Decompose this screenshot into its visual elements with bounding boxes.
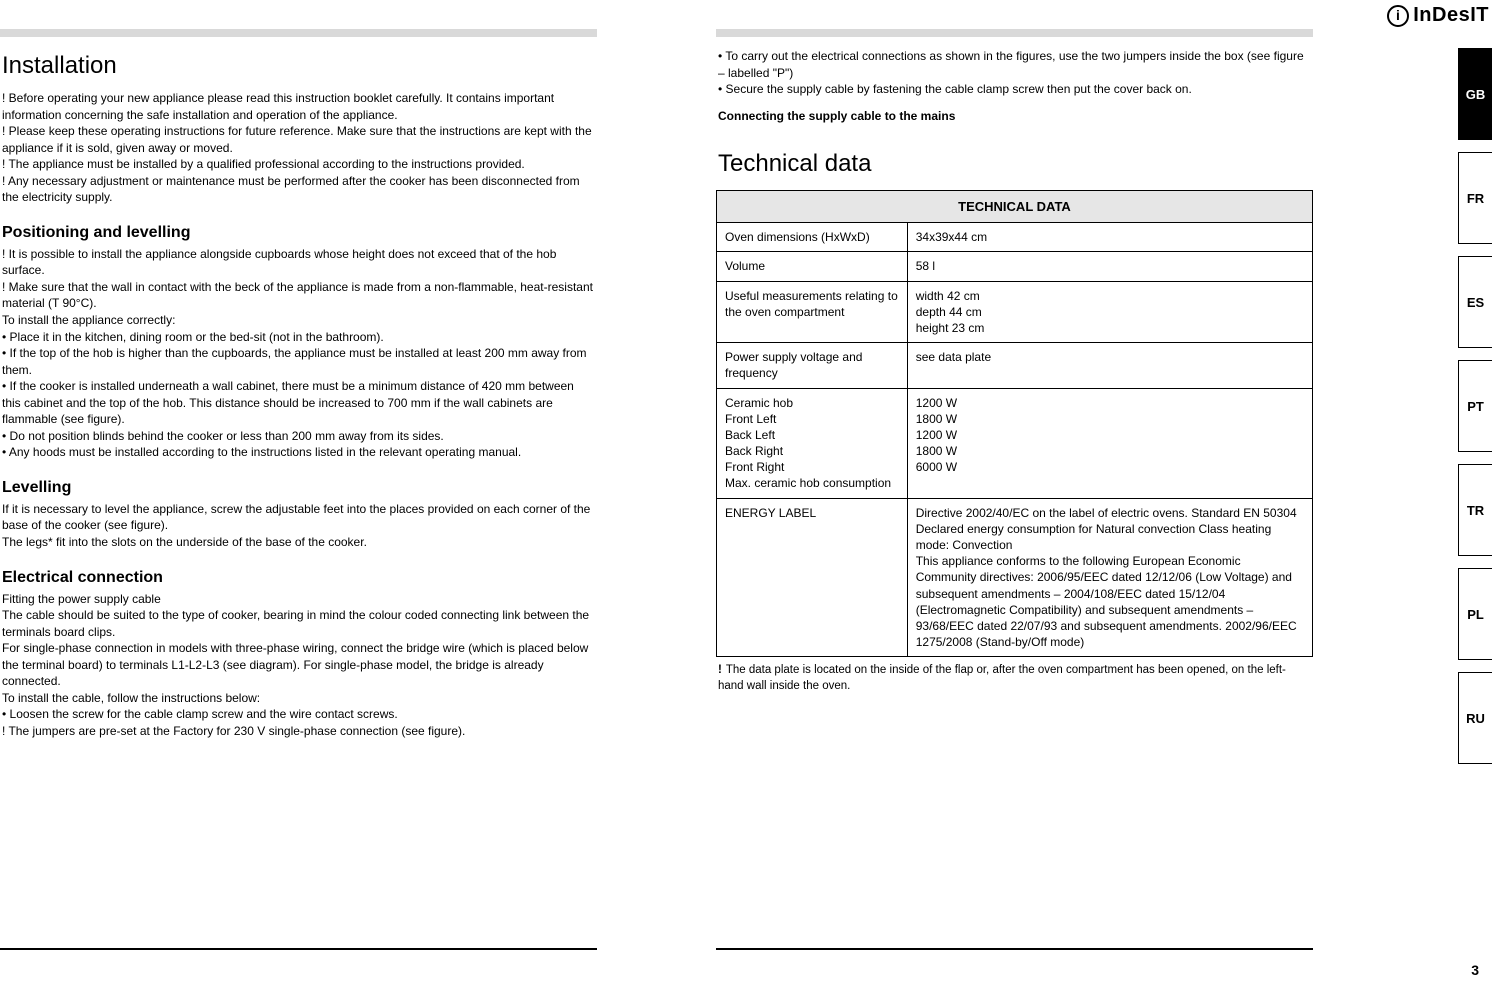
- section-title-technical-data: Technical data: [718, 150, 1313, 178]
- tab-es[interactable]: ES: [1458, 256, 1492, 348]
- table-row: Ceramic hob Front Left Back Left Back Ri…: [717, 388, 1313, 498]
- row-label: Volume: [717, 252, 908, 281]
- warning-icon: !: [718, 664, 722, 676]
- row-label: Ceramic hob Front Left Back Left Back Ri…: [717, 388, 908, 498]
- top-divider-left: [0, 29, 597, 37]
- tab-ru[interactable]: RU: [1458, 672, 1492, 764]
- table-row: Volume 58 l: [717, 252, 1313, 281]
- subsection-levelling: Levelling: [2, 479, 597, 497]
- tab-fr[interactable]: FR: [1458, 152, 1492, 244]
- brand-icon: i: [1387, 5, 1409, 27]
- section-title-installation: Installation: [2, 52, 597, 80]
- brand-name: InDesIT: [1413, 4, 1489, 27]
- tab-tr[interactable]: TR: [1458, 464, 1492, 556]
- left-column: Installation ! Before operating your new…: [0, 48, 597, 740]
- table-row: Power supply voltage and frequency see d…: [717, 343, 1313, 388]
- positioning-body: ! It is possible to install the applianc…: [2, 246, 595, 461]
- row-value: Directive 2002/40/EC on the label of ele…: [907, 498, 1312, 657]
- row-value: see data plate: [907, 343, 1312, 388]
- installation-intro: ! Before operating your new appliance pl…: [2, 90, 595, 206]
- brand-logo: i InDesIT: [1387, 4, 1489, 27]
- row-label: Useful measurements relating to the oven…: [717, 281, 908, 343]
- bottom-rule-left: [0, 948, 597, 950]
- subsection-electrical: Electrical connection: [2, 569, 597, 587]
- table-header: TECHNICAL DATA: [717, 191, 1313, 223]
- row-label: Power supply voltage and frequency: [717, 343, 908, 388]
- page-number: 3: [1471, 962, 1479, 978]
- electrical-body: Fitting the power supply cable The cable…: [2, 591, 595, 740]
- table-row: ENERGY LABEL Directive 2002/40/EC on the…: [717, 498, 1313, 657]
- connecting-title: Connecting the supply cable to the mains: [718, 108, 1311, 125]
- carry-out-body: • To carry out the electrical connection…: [718, 48, 1311, 98]
- technical-data-table: TECHNICAL DATA Oven dimensions (HxWxD) 3…: [716, 190, 1313, 657]
- data-plate-note: !The data plate is located on the inside…: [718, 663, 1311, 694]
- top-divider-right: [716, 29, 1313, 37]
- subsection-positioning: Positioning and levelling: [2, 224, 597, 242]
- row-label: ENERGY LABEL: [717, 498, 908, 657]
- table-row: Useful measurements relating to the oven…: [717, 281, 1313, 343]
- tab-pt[interactable]: PT: [1458, 360, 1492, 452]
- table-row: Oven dimensions (HxWxD) 34x39x44 cm: [717, 223, 1313, 252]
- row-value: 1200 W 1800 W 1200 W 1800 W 6000 W: [907, 388, 1312, 498]
- row-label: Oven dimensions (HxWxD): [717, 223, 908, 252]
- tab-pl[interactable]: PL: [1458, 568, 1492, 660]
- right-column: • To carry out the electrical connection…: [716, 48, 1313, 704]
- row-value: 58 l: [907, 252, 1312, 281]
- language-tabs: GB FR ES PT TR PL RU: [1458, 48, 1492, 776]
- bottom-rule-right: [716, 948, 1313, 950]
- levelling-body: If it is necessary to level the applianc…: [2, 501, 595, 551]
- data-plate-note-text: The data plate is located on the inside …: [718, 664, 1286, 692]
- tab-gb[interactable]: GB: [1458, 48, 1492, 140]
- row-value: width 42 cm depth 44 cm height 23 cm: [907, 281, 1312, 343]
- row-value: 34x39x44 cm: [907, 223, 1312, 252]
